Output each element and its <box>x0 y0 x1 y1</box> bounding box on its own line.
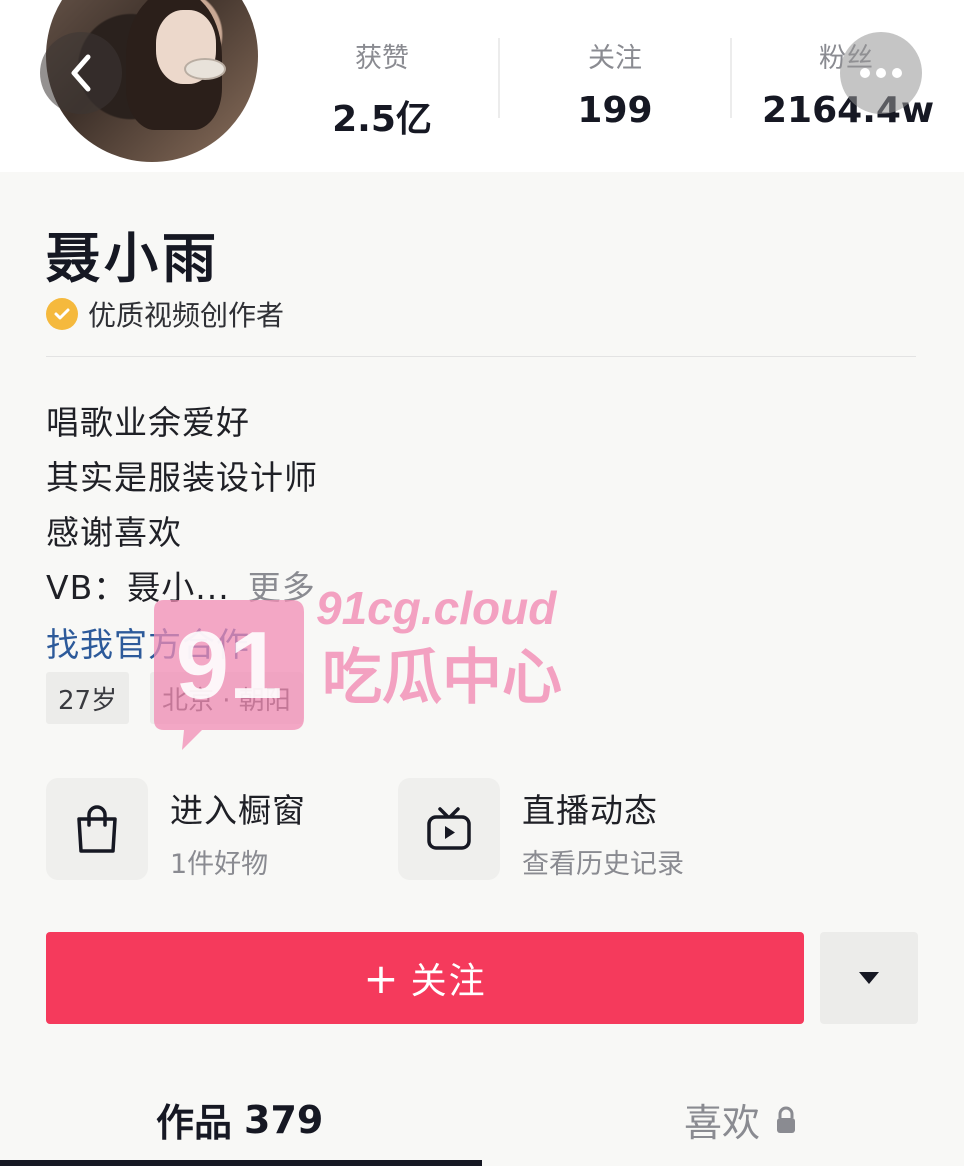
tab-likes-label: 喜欢 <box>684 1101 761 1145</box>
more-button[interactable] <box>840 32 922 114</box>
tab-likes[interactable]: 喜欢 <box>684 1092 798 1147</box>
avatar-cup <box>184 58 226 80</box>
verified-check-icon <box>46 298 78 330</box>
live-history-subtitle: 查看历史记录 <box>522 849 684 880</box>
certification: 优质视频创作者 <box>46 294 284 334</box>
shop-window-subtitle: 1件好物 <box>170 849 269 880</box>
shop-window-title[interactable]: 进入橱窗 <box>170 784 306 832</box>
tab-works-count: 379 <box>244 1097 324 1142</box>
chevron-left-icon <box>71 54 91 92</box>
tv-play-icon <box>427 807 471 850</box>
shopping-bag-icon <box>77 805 117 853</box>
bio-vb-text: VB：聂小... <box>46 568 230 607</box>
watermark-slogan: 吃瓜中心 <box>322 643 562 713</box>
bio-line: 感谢喜欢 <box>46 513 182 552</box>
cooperation-link[interactable]: 找我官方合作 <box>46 618 250 666</box>
stat-following-value: 199 <box>577 90 653 131</box>
stat-following-label: 关注 <box>588 43 642 74</box>
recommend-dropdown-button[interactable] <box>820 932 918 1024</box>
stat-likes-value: 2.5亿 <box>332 99 432 140</box>
watermark-domain: 91cg.cloud <box>316 582 557 634</box>
certification-label: 优质视频创作者 <box>88 299 285 332</box>
bio-vb-line: VB：聂小... 更多 <box>46 561 316 609</box>
profile-name: 聂小雨 <box>46 227 220 290</box>
tab-works-label: 作品 <box>156 1101 233 1145</box>
bio-line: 唱歌业余爱好 <box>46 403 250 442</box>
caret-down-icon <box>859 972 879 984</box>
tab-works[interactable]: 作品 379 <box>156 1092 323 1147</box>
age-tag: 27岁 <box>46 672 130 724</box>
back-button[interactable] <box>40 32 122 114</box>
bio-more-link[interactable]: 更多 <box>248 568 316 607</box>
divider <box>46 356 916 357</box>
plus-icon: + <box>363 953 401 1003</box>
shop-window-card[interactable] <box>46 778 148 880</box>
location-tag: 北京 · 朝阳 <box>150 672 303 724</box>
bio-line: 其实是服装设计师 <box>46 458 318 497</box>
stat-divider <box>730 38 732 118</box>
stat-following[interactable]: 关注 199 <box>560 36 670 131</box>
stat-likes-label: 获赞 <box>355 43 409 74</box>
tab-active-indicator <box>0 1160 482 1166</box>
follow-button[interactable]: + 关注 <box>46 932 804 1024</box>
more-dots-icon <box>860 68 902 78</box>
stat-divider <box>498 38 500 118</box>
live-history-title[interactable]: 直播动态 <box>522 784 658 832</box>
follow-button-label: 关注 <box>410 961 487 1002</box>
lock-icon <box>777 1106 796 1133</box>
live-history-card[interactable] <box>398 778 500 880</box>
stat-likes[interactable]: 获赞 2.5亿 <box>322 36 442 142</box>
